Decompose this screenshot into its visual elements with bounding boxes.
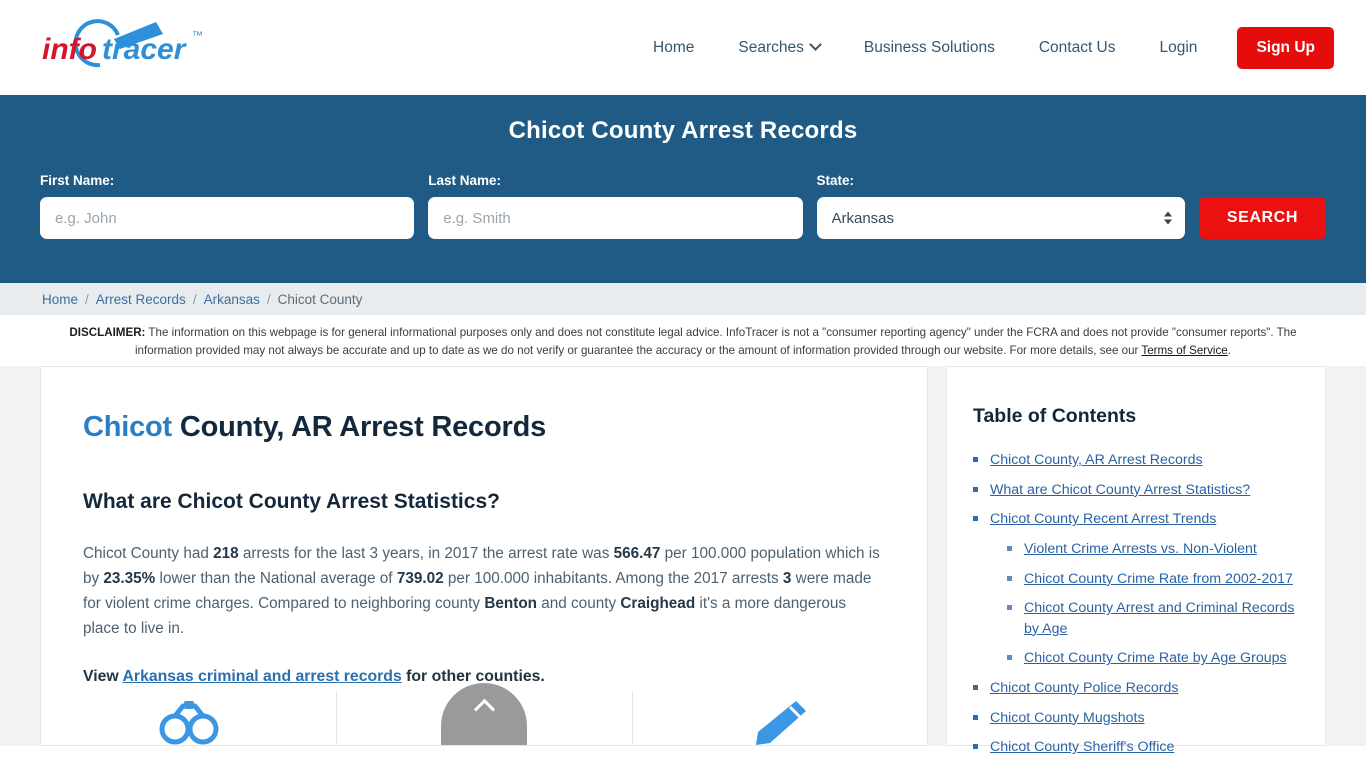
svg-text:tracer: tracer (102, 33, 188, 66)
disclaimer-period: . (1227, 343, 1231, 357)
toc-item: What are Chicot County Arrest Statistics… (973, 480, 1303, 501)
breadcrumb: Home / Arrest Records / Arkansas / Chico… (0, 283, 1366, 315)
sign-up-button[interactable]: Sign Up (1237, 26, 1334, 69)
state-label: State: (816, 173, 855, 188)
nav-item-contact-us[interactable]: Contact Us (1017, 29, 1138, 67)
para-text: arrests for the last 3 years, in 2017 th… (238, 545, 614, 563)
toc-subitem: Chicot County Crime Rate from 2002-2017 (1007, 569, 1303, 590)
view-suffix: for other counties. (401, 668, 545, 686)
first-name-field-group: First Name: (40, 173, 415, 239)
nav-label: Contact Us (1038, 38, 1116, 56)
main-navigation: Home Searches Business Solutions Contact… (631, 26, 1334, 69)
article-title-highlight: Chicot (83, 411, 173, 444)
feature-cell-records (631, 689, 927, 746)
svg-text:info: info (42, 33, 97, 66)
nav-label: Business Solutions (863, 38, 995, 56)
arkansas-records-link[interactable]: Arkansas criminal and arrest records (123, 668, 402, 685)
breadcrumb-separator: / (266, 291, 271, 307)
state-select[interactable]: Arkansas (816, 197, 1185, 239)
toc-link-violent-vs-nonviolent[interactable]: Violent Crime Arrests vs. Non-Violent (1024, 541, 1257, 557)
toc-link-crime-rate-age-groups[interactable]: Chicot County Crime Rate by Age Groups (1024, 650, 1287, 666)
toc-item: Chicot County Sheriff's Office (973, 737, 1303, 758)
last-name-field-group: Last Name: (428, 173, 803, 239)
breadcrumb-item-arrest-records[interactable]: Arrest Records (96, 292, 186, 307)
nav-item-business-solutions[interactable]: Business Solutions (842, 29, 1017, 67)
toc-sublist: Violent Crime Arrests vs. Non-Violent Ch… (1007, 539, 1303, 669)
first-name-input[interactable] (40, 197, 415, 239)
breadcrumb-separator: / (192, 291, 197, 307)
toc-subitem: Violent Crime Arrests vs. Non-Violent (1007, 539, 1303, 560)
article-title: Chicot County, AR Arrest Records (83, 411, 927, 444)
table-of-contents-card: Table of Contents Chicot County, AR Arre… (946, 366, 1326, 755)
toc-link-arrest-records[interactable]: Chicot County, AR Arrest Records (990, 452, 1203, 468)
toc-link-mugshots[interactable]: Chicot County Mugshots (990, 710, 1145, 726)
svg-text:™: ™ (192, 30, 203, 42)
toc-link-recent-trends[interactable]: Chicot County Recent Arrest Trends (990, 511, 1216, 527)
view-other-counties-line: View Arkansas criminal and arrest record… (83, 668, 927, 686)
toc-link-sheriffs-office[interactable]: Chicot County Sheriff's Office (990, 739, 1174, 755)
nav-item-searches[interactable]: Searches (716, 29, 841, 67)
disclaimer-body: The information on this webpage is for g… (134, 326, 1297, 357)
disclaimer-text: DISCLAIMER: The information on this webp… (0, 315, 1366, 366)
chevron-down-icon (808, 38, 822, 51)
article-title-rest: County, AR Arrest Records (172, 411, 547, 444)
stat-national-average: 739.02 (396, 569, 444, 587)
first-name-label: First Name: (40, 173, 115, 188)
toc-item: Chicot County, AR Arrest Records (973, 450, 1303, 471)
breadcrumb-item-arkansas[interactable]: Arkansas (204, 292, 260, 307)
toc-item: Chicot County Recent Arrest Trends Viole… (973, 509, 1303, 669)
toc-item: Chicot County Police Records (973, 678, 1303, 699)
logo-graphic: info tracer ™ (42, 18, 203, 67)
statistics-paragraph: Chicot County had 218 arrests for the la… (83, 542, 883, 641)
disclaimer-label: DISCLAIMER: (69, 326, 146, 339)
toc-item: Chicot County Mugshots (973, 708, 1303, 729)
pen-icon (756, 701, 807, 746)
nav-item-login[interactable]: Login (1138, 29, 1220, 67)
toc-link-records-by-age[interactable]: Chicot County Arrest and Criminal Record… (1024, 600, 1294, 637)
nav-label: Login (1159, 38, 1198, 56)
page-body: Chicot County, AR Arrest Records What ar… (0, 366, 1366, 755)
state-select-wrapper: Arkansas (816, 197, 1185, 239)
breadcrumb-separator: / (85, 291, 89, 307)
feature-cell-arrest (41, 689, 336, 745)
search-band: Chicot County Arrest Records First Name:… (0, 95, 1366, 283)
toc-list: Chicot County, AR Arrest Records What ar… (973, 450, 1303, 758)
para-text: and county (537, 594, 621, 612)
stat-arrest-count: 218 (213, 545, 239, 563)
infotracer-logo[interactable]: info tracer ™ (40, 17, 230, 79)
toc-subitem: Chicot County Crime Rate by Age Groups (1007, 648, 1303, 669)
county-craighead: Craighead (620, 594, 696, 612)
toc-subitem: Chicot County Arrest and Criminal Record… (1007, 598, 1303, 639)
section-heading-statistics: What are Chicot County Arrest Statistics… (83, 490, 500, 514)
breadcrumb-item-current: Chicot County (277, 291, 363, 307)
para-text: per 100.000 inhabitants. Among the 2017 … (443, 569, 783, 587)
view-prefix: View (83, 668, 123, 686)
nav-label: Home (653, 38, 695, 56)
state-field-group: State: Arkansas (816, 173, 1185, 239)
page-title: Chicot County Arrest Records (508, 117, 858, 144)
search-form: First Name: Last Name: State: Arkansas S… (40, 173, 1326, 239)
nav-label: Searches (738, 38, 804, 56)
breadcrumb-item-home[interactable]: Home (42, 292, 78, 307)
county-benton: Benton (484, 594, 538, 612)
chevron-up-icon (473, 698, 495, 721)
toc-link-police-records[interactable]: Chicot County Police Records (990, 680, 1178, 696)
stat-arrest-rate: 566.47 (613, 545, 661, 563)
handcuffs-icon (159, 701, 219, 745)
last-name-input[interactable] (428, 197, 803, 239)
main-content-card: Chicot County, AR Arrest Records What ar… (40, 366, 928, 747)
toc-heading: Table of Contents (973, 405, 1137, 428)
terms-of-service-link[interactable]: Terms of Service (1141, 344, 1227, 357)
toc-link-arrest-statistics[interactable]: What are Chicot County Arrest Statistics… (990, 482, 1250, 498)
search-button[interactable]: SEARCH (1198, 197, 1326, 239)
toc-link-crime-rate-2002-2017[interactable]: Chicot County Crime Rate from 2002-2017 (1024, 571, 1293, 587)
para-text: lower than the National average of (155, 569, 397, 587)
stat-percent-lower: 23.35% (103, 569, 156, 587)
nav-item-home[interactable]: Home (631, 29, 716, 67)
last-name-label: Last Name: (428, 173, 502, 188)
site-header: info tracer ™ Home Searches Business Sol… (0, 0, 1366, 95)
para-text: Chicot County had (83, 545, 214, 563)
